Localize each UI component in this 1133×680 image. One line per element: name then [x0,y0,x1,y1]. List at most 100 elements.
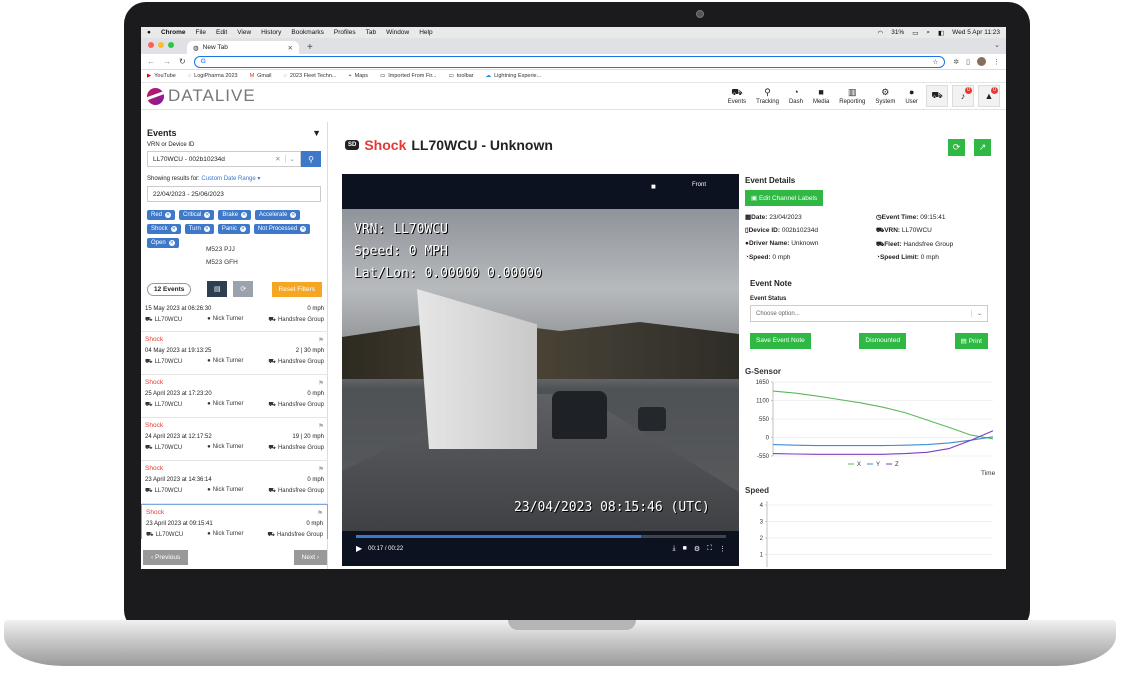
bookmark-imported[interactable]: ▭ Imported From Fir... [380,73,437,79]
nav-dash[interactable]: ◔ Dash [789,87,803,105]
event-status-select[interactable]: Choose option... ⌄ [750,305,988,322]
new-tab-button[interactable]: + [307,41,313,54]
bookmark-youtube[interactable]: ▶ YouTube [147,73,176,79]
bookmark-toolbar[interactable]: ▭ toolbar [449,73,474,79]
date-range-dropdown[interactable]: Custom Date Range [201,176,255,182]
warnings-button[interactable]: ▲ 0 [978,85,1000,107]
vrn-select[interactable]: LL70WCU - 002b10234d ✕ ⌄ [147,151,301,167]
flag-icon[interactable]: ⚑ [318,465,324,475]
more-icon[interactable]: ⋮ [719,545,726,553]
chip-accelerate[interactable]: Accelerate ✕ [255,210,301,220]
remove-chip-icon[interactable]: ✕ [203,226,210,232]
battery-text[interactable]: 31% [891,29,904,36]
reset-filters-button[interactable]: Reset Filters [271,281,322,297]
battery-icon[interactable]: ▭ [912,29,918,37]
omnibox[interactable]: G ☆ [193,55,946,68]
profile-avatar[interactable] [977,57,986,66]
sidepanel-icon[interactable]: ▯ [966,58,970,66]
nav-events[interactable]: ⛟ Events [728,87,746,105]
settings-icon[interactable]: ⚙ [694,545,700,553]
flag-icon[interactable]: ⚑ [318,379,324,389]
dismounted-button[interactable]: Dismounted [859,333,907,349]
chip-critical[interactable]: Critical ✕ [179,210,215,220]
remove-chip-icon[interactable]: ✕ [300,226,307,232]
previous-button[interactable]: ‹ Previous [143,550,189,565]
bookmark-logipharma[interactable]: ◌ LogiPharma 2023 [188,73,238,79]
event-item-selected[interactable]: Shock ⚑ 23 April 2023 at 09:15:41 0 mph ⛟ L… [141,504,328,539]
remove-chip-icon[interactable]: ✕ [204,212,211,218]
bookmark-maps[interactable]: ⌖ Maps [349,73,369,80]
menu-profiles[interactable]: Profiles [334,29,356,36]
nav-user[interactable]: ● User [905,87,918,105]
share-button[interactable]: ↗ [974,139,991,156]
locate-button[interactable]: ⚲ [301,151,321,167]
notifications-button[interactable]: ♪ 0 [952,85,974,107]
back-icon[interactable]: ← [147,57,155,66]
next-button[interactable]: Next › [293,550,327,565]
datalive-logo[interactable]: DATALIVE [147,86,256,106]
video-player[interactable]: ■ Front VRN: LL70WCU Speed: 0 MPH Lat/Lo… [342,174,739,566]
bookmark-gmail[interactable]: M Gmail [250,73,272,79]
apple-icon[interactable]: ● [147,29,151,36]
bookmark-fleet[interactable]: ◌ 2023 Fleet Techn... [284,73,337,79]
minimize-window-button[interactable] [158,42,164,48]
nav-system[interactable]: ⚙ System [875,87,895,105]
event-item[interactable]: Shock ⚑ 24 April 2023 at 12:17:52 19 | 20 … [141,418,328,461]
clock[interactable]: Wed 5 Apr 11:23 [952,29,1000,36]
extensions-icon[interactable]: ✲ [953,58,959,66]
download-icon[interactable]: ⤓ [672,545,675,553]
caret-down-icon[interactable]: ▾ [257,176,260,182]
nav-tracking[interactable]: ⚲ Tracking [756,87,779,105]
chip-turn[interactable]: Turn ✕ [184,224,214,234]
menu-tab[interactable]: Tab [366,29,376,36]
bookmark-lightning[interactable]: ☁ Lightning Experie... [486,73,542,79]
export-button[interactable]: ▤ [207,281,228,297]
menu-view[interactable]: View [237,29,251,36]
close-tab-icon[interactable]: ✕ [288,44,293,52]
chevron-down-icon[interactable]: ⌄ [284,155,295,163]
flag-icon[interactable]: ⚑ [318,422,324,432]
chip-not-processed[interactable]: Not Processed ✕ [253,224,311,234]
remove-chip-icon[interactable]: ✕ [290,212,297,218]
chip-brake[interactable]: Brake ✕ [218,210,252,220]
play-icon[interactable]: ▶ [356,544,362,553]
video-progress[interactable] [356,535,726,538]
filter-icon[interactable]: ▼ [312,128,321,138]
menu-app[interactable]: Chrome [161,29,186,36]
search-icon[interactable]: ⌕ [926,29,930,37]
menu-history[interactable]: History [261,29,281,36]
menu-edit[interactable]: Edit [216,29,227,36]
remove-chip-icon[interactable]: ✕ [165,212,172,218]
zoom-window-button[interactable] [168,42,174,48]
refresh-event-button[interactable]: ⟳ [948,139,965,156]
menu-bookmarks[interactable]: Bookmarks [291,29,324,36]
save-event-note-button[interactable]: Save Event Note [750,333,811,349]
menu-file[interactable]: File [196,29,206,36]
chip-panic[interactable]: Panic ✕ [217,224,250,234]
speed-chart[interactable]: Speed 4 3 2 1 [743,485,1003,569]
bookmark-star-icon[interactable]: ☆ [932,58,938,66]
plate-item[interactable]: M523 GFH [206,256,238,269]
more-menu-icon[interactable]: ⋮ [993,58,1000,66]
plate-item[interactable]: M523 PJJ [206,243,238,256]
event-item[interactable]: Shock ⚑ 04 May 2023 at 19:13:25 2 | 30 mph… [141,332,328,375]
flag-icon[interactable]: ⚑ [318,336,324,346]
browser-tab[interactable]: ◍ New Tab ✕ [187,41,299,54]
nav-reporting[interactable]: ▥ Reporting [839,87,865,105]
menu-help[interactable]: Help [419,29,432,36]
date-range-input[interactable]: 22/04/2023 - 25/06/2023 [147,186,321,202]
flag-icon[interactable]: ⚑ [317,509,323,519]
fullscreen-icon[interactable]: ⛶ [707,545,712,553]
g-sensor-chart[interactable]: G-Sensor 1650 1100 550 0 -550 X Y Z Time [743,366,1003,486]
event-item[interactable]: Shock ⚑ 23 April 2023 at 14:36:14 0 mph ⛟ L… [141,461,328,504]
tab-list-chevron-icon[interactable]: ⌄ [994,41,1000,49]
wifi-icon[interactable]: ◠ [878,29,884,37]
close-window-button[interactable] [148,42,154,48]
remove-chip-icon[interactable]: ✕ [241,212,248,218]
print-button[interactable]: ▤ Print [954,333,988,349]
chip-red[interactable]: Red ✕ [147,210,176,220]
camera-switch-icon[interactable]: ■ [683,545,687,553]
event-item[interactable]: Shock ⚑ 25 April 2023 at 17:23:20 0 mph ⛟ L… [141,375,328,418]
remove-chip-icon[interactable]: ✕ [170,226,177,232]
event-item[interactable]: 15 May 2023 at 06:26:30 0 mph ⛟ LL70WCU ● Ni… [141,302,328,332]
